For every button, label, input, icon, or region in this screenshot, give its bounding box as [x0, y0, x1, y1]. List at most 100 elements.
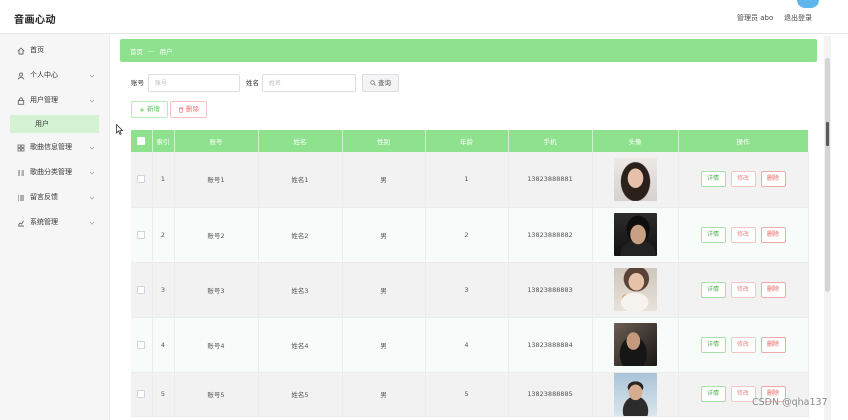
age-cell: 4: [425, 317, 509, 373]
chevron-down-icon: [89, 74, 95, 78]
detail-button[interactable]: 详情: [700, 386, 726, 402]
message-icon: [18, 195, 24, 200]
top-bar: 音画心动 管理员 abo 退出登录: [0, 0, 848, 34]
sidebar-subitem-users[interactable]: 用户: [0, 113, 109, 135]
detail-button[interactable]: 详情: [700, 281, 726, 298]
query-button[interactable]: 查询: [362, 74, 399, 92]
detail-button[interactable]: 详情: [700, 226, 726, 243]
gender-cell: 男: [342, 317, 426, 373]
table-row: 1 账号1 姓名1 男 1 13823888881 详情 修改 删除: [131, 152, 809, 208]
breadcrumb: 首页 — 用户: [120, 39, 817, 62]
sidebar-item-label: 留言反馈: [30, 193, 58, 201]
sidebar-item-feedback[interactable]: 留言反馈: [0, 185, 109, 210]
avatar-badge[interactable]: [797, 0, 819, 8]
main-content: 首页 — 用户 账号 姓名 查询 新增 删除 索引 账号 姓名 性别 年龄 手机: [112, 34, 822, 420]
index-cell: 3: [152, 262, 175, 318]
delete-row-button[interactable]: 删除: [760, 336, 786, 353]
actions-cell: 详情 修改 删除: [678, 207, 809, 263]
sidebar-item-label: 歌曲信息管理: [30, 143, 72, 151]
breadcrumb-separator: —: [148, 46, 155, 55]
selected-highlight: [10, 115, 99, 133]
age-cell: 3: [425, 262, 509, 318]
current-user: 管理员 abo: [737, 14, 774, 22]
column-header-actions: 操作: [678, 130, 809, 152]
table-header-row: 索引 账号 姓名 性别 年龄 手机 头像 操作: [131, 130, 809, 152]
name-cell: 姓名2: [258, 207, 343, 263]
scrollbar-thumb[interactable]: [825, 58, 830, 292]
name-cell: 姓名3: [258, 262, 343, 318]
row-checkbox[interactable]: [137, 340, 146, 349]
index-cell: 5: [152, 372, 175, 417]
name-cell: 姓名1: [258, 152, 343, 208]
gender-cell: 男: [342, 152, 426, 208]
lock-icon: [17, 96, 25, 105]
gender-cell: 男: [342, 372, 426, 417]
row-select-cell: [131, 152, 153, 208]
batch-delete-button[interactable]: 删除: [170, 101, 207, 118]
app-title: 音画心动: [14, 15, 56, 26]
name-input[interactable]: [262, 74, 356, 92]
sidebar-item-user-management[interactable]: 用户管理: [0, 88, 109, 113]
edit-button[interactable]: 修改: [730, 171, 756, 188]
grid-icon: [17, 144, 25, 151]
table-row: 3 账号3 姓名3 男 3 13823888883 详情 修改 删除: [131, 262, 809, 318]
watermark: CSDN @qha137: [752, 397, 828, 408]
avatar-cell: [592, 207, 679, 263]
column-header-phone: 手机: [508, 130, 593, 152]
category-icon: [18, 170, 24, 175]
edit-button[interactable]: 修改: [730, 336, 756, 353]
age-cell: 1: [425, 152, 509, 208]
logout-link[interactable]: 退出登录: [784, 13, 812, 23]
row-checkbox[interactable]: [137, 175, 146, 184]
sidebar-item-home[interactable]: 首页: [0, 38, 109, 63]
index-cell: 1: [152, 152, 175, 208]
detail-button[interactable]: 详情: [700, 171, 726, 188]
column-header-avatar: 头像: [592, 130, 679, 152]
sidebar-item-profile[interactable]: 个人中心: [0, 63, 109, 88]
avatar-cell: [592, 317, 679, 373]
sidebar-item-song-info[interactable]: 歌曲信息管理: [0, 135, 109, 160]
chevron-down-icon: [89, 146, 95, 150]
sidebar-item-song-category[interactable]: 歌曲分类管理: [0, 160, 109, 185]
sidebar-item-system[interactable]: 系统管理: [0, 210, 109, 235]
user-avatar: [613, 372, 657, 416]
row-actions: 详情 修改 删除: [679, 171, 808, 188]
home-icon: [17, 46, 25, 54]
row-actions: 详情 修改 删除: [679, 336, 808, 353]
row-actions: 详情 修改 删除: [679, 226, 808, 243]
chevron-down-icon: [89, 196, 95, 200]
trash-icon: [179, 106, 183, 113]
phone-cell: 13823888885: [508, 372, 593, 417]
account-label: 账号: [131, 79, 144, 87]
edit-button[interactable]: 修改: [730, 281, 756, 298]
index-cell: 4: [152, 317, 175, 373]
chevron-down-icon: [89, 171, 95, 175]
column-header-index: 索引: [152, 130, 175, 152]
phone-cell: 13823888883: [508, 262, 593, 318]
edit-button[interactable]: 修改: [730, 226, 756, 243]
account-input[interactable]: [148, 74, 240, 92]
row-checkbox[interactable]: [137, 285, 146, 294]
user-avatar: [613, 323, 657, 366]
query-button-label: 查询: [378, 78, 391, 87]
chevron-down-icon: [89, 221, 95, 225]
add-button[interactable]: 新增: [131, 101, 168, 118]
delete-row-button[interactable]: 删除: [760, 171, 786, 188]
table-row: 2 账号2 姓名2 男 2 13823888882 详情 修改 删除: [131, 207, 809, 263]
sidebar: 首页 个人中心 用户管理 用户 歌曲信息管理 歌曲分类管理 留言反馈 系统管理: [0, 34, 110, 420]
add-button-label: 新增: [147, 105, 160, 114]
row-checkbox[interactable]: [137, 390, 146, 398]
breadcrumb-current: 用户: [159, 47, 173, 56]
plus-icon: [139, 107, 145, 112]
row-checkbox[interactable]: [137, 230, 146, 239]
breadcrumb-home[interactable]: 首页: [130, 46, 143, 56]
actions-cell: 详情 修改 删除: [678, 317, 809, 373]
delete-row-button[interactable]: 删除: [760, 226, 786, 243]
select-all-checkbox[interactable]: [137, 137, 146, 145]
detail-button[interactable]: 详情: [700, 336, 726, 353]
account-cell: 账号4: [174, 317, 259, 373]
sidebar-item-label: 系统管理: [30, 218, 58, 226]
phone-cell: 13823888884: [508, 317, 593, 373]
delete-row-button[interactable]: 删除: [760, 281, 786, 298]
sidebar-item-label: 个人中心: [30, 71, 58, 79]
